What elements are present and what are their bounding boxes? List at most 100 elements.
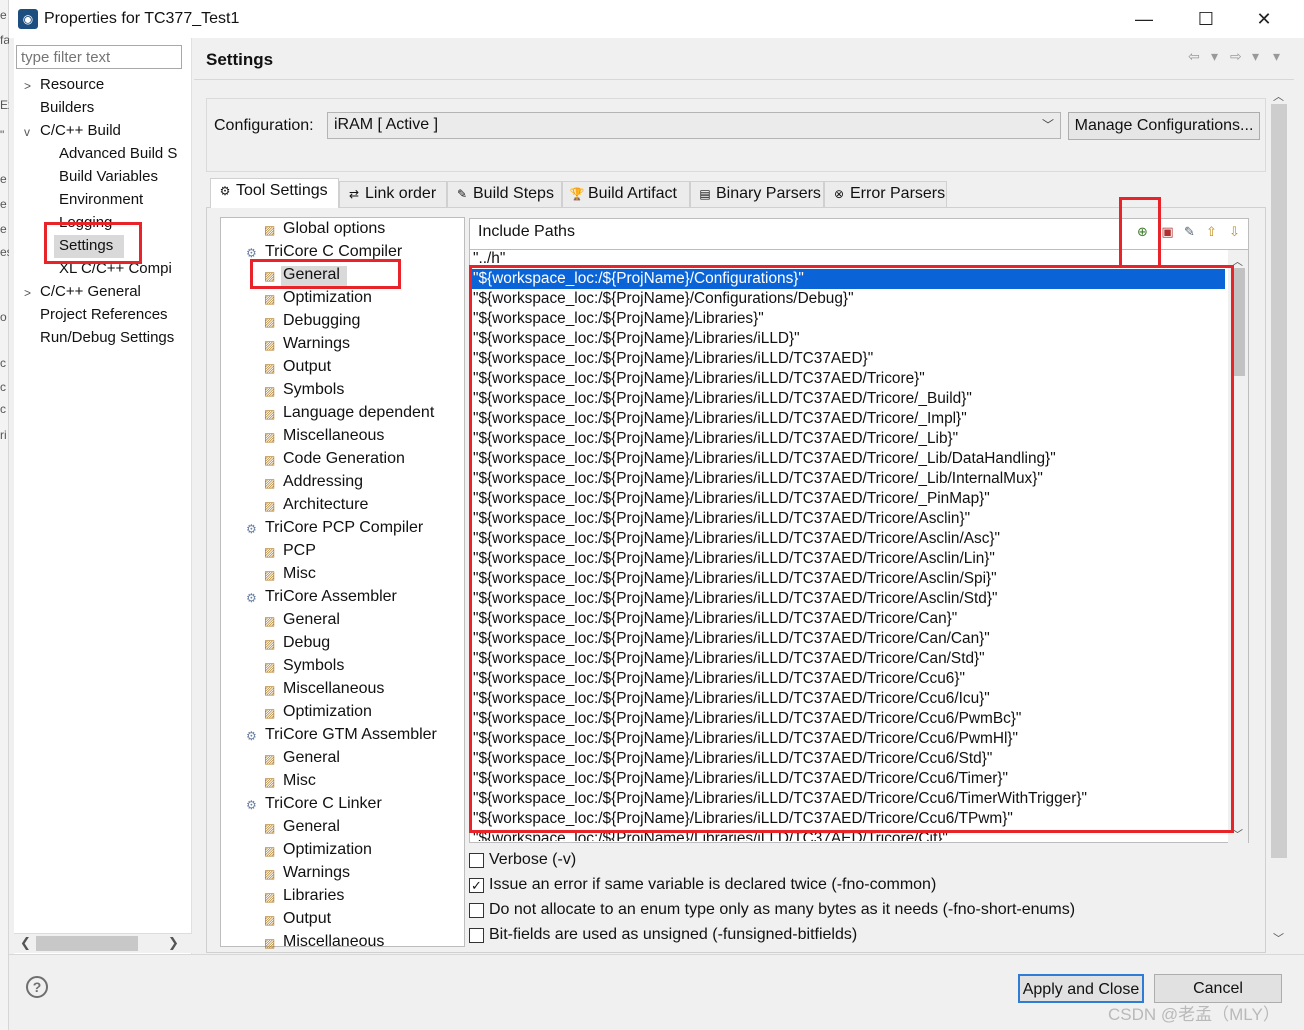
tool-tree-item[interactable]: Optimization (283, 841, 372, 859)
option-folder-icon: ▨ (264, 844, 276, 858)
move-up-icon[interactable]: ⇧ (1203, 223, 1220, 240)
tool-tree-item[interactable]: Symbols (283, 381, 344, 399)
chevron-right-icon[interactable]: > (24, 286, 31, 300)
tab-icon: ⇄ (348, 187, 360, 201)
tool-tree-item[interactable]: General (283, 749, 340, 767)
eclipse-app-icon: ◉ (18, 9, 38, 29)
scroll-right-icon[interactable]: ❯ (168, 935, 179, 951)
window-title: Properties for TC377_Test1 (44, 10, 240, 27)
chevron-down-icon[interactable]: ▾ (1273, 48, 1280, 65)
option-folder-icon: ▨ (264, 407, 276, 421)
tab-icon: 🏆 (569, 187, 585, 201)
tool-tree-item[interactable]: Language dependent (283, 404, 434, 422)
footer-separator (9, 954, 1304, 955)
option-label[interactable]: Do not allocate to an enum type only as … (489, 901, 1075, 919)
chevron-down-icon[interactable]: v (24, 125, 30, 139)
left-tree-item[interactable]: Run/Debug Settings (40, 329, 190, 346)
tool-tree-item[interactable]: Miscellaneous (283, 933, 384, 951)
option-checkbox[interactable] (469, 903, 484, 918)
cancel-button[interactable]: Cancel (1154, 974, 1282, 1003)
minimize-button[interactable]: — (1124, 6, 1164, 32)
left-tree-item[interactable]: Environment (59, 191, 190, 208)
tool-tree-item[interactable]: Architecture (283, 496, 368, 514)
page-scroll-down-icon[interactable]: ﹀ (1273, 930, 1284, 946)
apply-and-close-button[interactable]: Apply and Close (1018, 974, 1144, 1003)
option-label[interactable]: Bit-fields are used as unsigned (-funsig… (489, 926, 857, 944)
tool-tree-item[interactable]: Miscellaneous (283, 427, 384, 445)
option-folder-icon: ▨ (264, 384, 276, 398)
tab-icon: ▤ (699, 187, 711, 201)
tool-tree-item[interactable]: Optimization (283, 703, 372, 721)
option-folder-icon: ▨ (264, 568, 276, 582)
tab-build-steps[interactable]: ✎ Build Steps (447, 181, 562, 207)
maximize-button[interactable]: ☐ (1186, 6, 1226, 32)
left-tree-item[interactable]: Builders (40, 99, 190, 116)
close-button[interactable]: ✕ (1244, 6, 1284, 32)
tab-binary-parsers[interactable]: ▤ Binary Parsers (690, 181, 824, 207)
forward-icon[interactable]: ⇨ (1230, 48, 1242, 65)
tool-tree-item[interactable]: TriCore Assembler (265, 588, 397, 606)
chevron-right-icon[interactable]: > (24, 79, 31, 93)
tool-tree-item[interactable]: Addressing (283, 473, 363, 491)
tool-tree-item[interactable]: PCP (283, 542, 316, 560)
option-checkbox[interactable]: ✓ (469, 878, 484, 893)
delete-icon[interactable]: ▣ (1159, 223, 1176, 240)
chevron-down-icon[interactable]: ▾ (1252, 48, 1259, 65)
tool-tree-item[interactable]: Code Generation (283, 450, 405, 468)
option-folder-icon: ▨ (264, 913, 276, 927)
configuration-label: Configuration: (214, 117, 314, 134)
tool-tree-item[interactable]: TriCore C Linker (265, 795, 382, 813)
option-folder-icon: ▨ (264, 476, 276, 490)
tool-tree-item[interactable]: Misc (283, 565, 316, 583)
option-folder-icon: ▨ (264, 936, 276, 950)
left-tree-item[interactable]: Project References (40, 306, 190, 323)
tool-tree-item[interactable]: TriCore PCP Compiler (265, 519, 423, 537)
tool-tree-item[interactable]: Optimization (283, 289, 372, 307)
page-scroll-thumb[interactable] (1271, 104, 1287, 858)
tool-tree-item[interactable]: Libraries (283, 887, 344, 905)
scroll-left-icon[interactable]: ❮ (20, 935, 31, 951)
tool-tree-item[interactable]: Debug (283, 634, 330, 652)
chevron-down-icon[interactable]: ▾ (1211, 48, 1218, 65)
tool-tree-item[interactable]: Debugging (283, 312, 360, 330)
page-scroll-up-icon[interactable]: ︿ (1273, 88, 1284, 104)
left-tree-item[interactable]: Resource (40, 76, 190, 93)
tool-tree-item[interactable]: Miscellaneous (283, 680, 384, 698)
tab-tool-settings[interactable]: ⚙ Tool Settings (210, 178, 339, 208)
watermark: CSDN @老孟（MLY） (1108, 1005, 1280, 1024)
tab-link-order[interactable]: ⇄ Link order (339, 181, 447, 207)
tab-build-artifact[interactable]: 🏆 Build Artifact (562, 181, 690, 207)
option-folder-icon: ▨ (264, 499, 276, 513)
option-checkbox[interactable] (469, 928, 484, 943)
tab-error-parsers[interactable]: ⊗ Error Parsers (824, 181, 947, 207)
left-scroll-thumb[interactable] (36, 936, 138, 951)
option-checkbox[interactable] (469, 853, 484, 868)
tool-tree-item[interactable]: Symbols (283, 657, 344, 675)
chevron-down-icon[interactable]: ﹀ (1042, 116, 1054, 133)
left-tree-item[interactable]: Build Variables (59, 168, 190, 185)
tool-tree-item[interactable]: Warnings (283, 335, 350, 353)
tool-gear-icon: ⚙ (246, 798, 257, 812)
option-folder-icon: ▨ (264, 338, 276, 352)
edit-icon[interactable]: ✎ (1181, 223, 1198, 240)
tool-tree-item[interactable]: Global options (283, 220, 385, 238)
tool-tree-item[interactable]: Misc (283, 772, 316, 790)
option-label[interactable]: Issue an error if same variable is decla… (489, 876, 936, 894)
tool-tree-item[interactable]: TriCore GTM Assembler (265, 726, 437, 744)
tool-tree-item[interactable]: Output (283, 910, 331, 928)
configuration-select[interactable]: iRAM [ Active ] (327, 112, 1061, 139)
tool-tree-item[interactable]: General (283, 818, 340, 836)
move-down-icon[interactable]: ⇩ (1226, 223, 1243, 240)
manage-configurations-button[interactable]: Manage Configurations... (1068, 112, 1260, 140)
tool-tree-item[interactable]: Output (283, 358, 331, 376)
left-tree-item[interactable]: C/C++ General (40, 283, 190, 300)
tool-tree-item[interactable]: Warnings (283, 864, 350, 882)
filter-input[interactable] (16, 45, 182, 69)
back-icon[interactable]: ⇦ (1188, 48, 1200, 65)
help-icon[interactable]: ? (26, 976, 48, 998)
option-folder-icon: ▨ (264, 361, 276, 375)
option-label[interactable]: Verbose (-v) (489, 851, 576, 869)
left-tree-item[interactable]: C/C++ Build (40, 122, 190, 139)
left-tree-item[interactable]: Advanced Build S (59, 145, 190, 162)
tool-tree-item[interactable]: General (283, 611, 340, 629)
